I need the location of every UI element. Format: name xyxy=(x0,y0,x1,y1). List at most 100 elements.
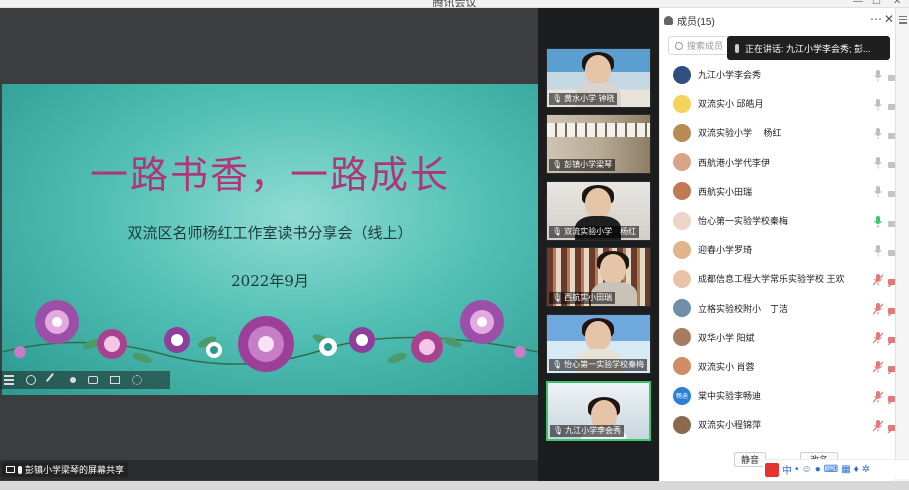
member-list: 九江小学李会秀 双流实小 邱皓月 双流实验小学 杨红西航港小学代李伊 西航实小田瑞怡心… xyxy=(660,60,901,439)
settings-icon[interactable]: ✲ xyxy=(862,464,870,475)
mic-icon[interactable] xyxy=(873,215,883,228)
camera-icon[interactable] xyxy=(88,376,98,384)
slide-date: 2022年9月 xyxy=(231,272,309,290)
avatar xyxy=(673,328,691,347)
window-close-icon[interactable]: ✕ xyxy=(893,0,901,7)
member-row[interactable]: 九江小学李会秀 xyxy=(660,60,900,89)
member-name: 双华小学 阳斌 xyxy=(698,332,755,343)
member-row[interactable]: 立格实验校附小 丁洁 xyxy=(660,294,901,323)
members-header: 成员(15) ⋯ ✕ xyxy=(660,8,896,32)
video-tile[interactable]: 🎙 双流实验小学 杨红 xyxy=(546,181,651,241)
share-status-text: 彭镇小学梁琴的屏幕共享 xyxy=(25,465,125,475)
video-tile[interactable]: 🎙 怡心第一实验学校秦梅 xyxy=(546,314,651,374)
member-row[interactable]: 西航港小学代李伊 xyxy=(660,148,900,177)
maximize-icon[interactable]: ☐ xyxy=(872,0,881,7)
window-title: 腾讯会议 xyxy=(432,0,477,8)
video-tile-active[interactable]: 🎙 九江小学李会秀 xyxy=(546,381,651,441)
input-method-bar: 中 • ☺ ● ⌨ ▦ ♦ ✲ xyxy=(763,459,909,479)
mic-icon[interactable] xyxy=(873,98,883,111)
sogou-icon[interactable] xyxy=(765,462,779,477)
chinese-mode-icon[interactable]: 中 xyxy=(782,462,792,477)
member-row[interactable]: 迎春小学罗琦 xyxy=(660,235,900,264)
mic-muted-icon[interactable] xyxy=(872,273,884,286)
mic-icon[interactable] xyxy=(873,156,883,169)
meeting-window: 腾讯会议 — ☐ ✕ 一路书香，一路成长 双流区名师杨红工作室读书分享会（线上）… xyxy=(0,0,909,490)
mic-muted-icon[interactable] xyxy=(872,302,884,315)
side-menu-icon[interactable] xyxy=(899,16,907,24)
avatar-initials: 畅迪 xyxy=(675,394,688,401)
member-row[interactable]: 畅迪 棠中实验李畅迪 xyxy=(660,381,901,410)
keyboard-icon[interactable]: ⌨ xyxy=(824,464,838,475)
video-tile[interactable]: 🎙 黄水小学 钟晓 xyxy=(546,48,651,108)
avatar xyxy=(673,415,691,434)
member-name: 成都信息工程大学常乐实验学校 王欢 xyxy=(698,274,845,285)
avatar: 畅迪 xyxy=(673,386,691,405)
screen-icon[interactable] xyxy=(110,376,120,384)
pointer-icon[interactable] xyxy=(70,377,76,383)
member-row[interactable]: 双流实验小学 杨红 xyxy=(660,118,900,147)
pen-icon[interactable] xyxy=(45,372,61,388)
member-name: 西航实小田瑞 xyxy=(698,186,753,197)
speaking-tooltip: 正在讲话: 九江小学李会秀; 彭... xyxy=(727,36,890,60)
avatar xyxy=(673,299,691,318)
avatar xyxy=(673,269,691,288)
toolbox-icon[interactable]: ▦ xyxy=(841,464,850,475)
tile-caption: 🎙 彭镇小学梁琴 xyxy=(549,159,616,171)
search-icon xyxy=(675,41,683,50)
shared-slide: 一路书香，一路成长 双流区名师杨红工作室读书分享会（线上） 2022年9月 xyxy=(2,84,538,395)
mic-icon xyxy=(735,43,739,53)
side-strip xyxy=(895,8,909,481)
minimize-icon[interactable]: — xyxy=(853,0,863,7)
mic-muted-icon[interactable] xyxy=(872,390,884,403)
taskbar-edge xyxy=(0,481,909,490)
play-icon[interactable] xyxy=(26,375,36,385)
voice-icon[interactable]: ● xyxy=(815,464,821,475)
video-tile[interactable]: 🎙 彭镇小学梁琴 xyxy=(546,114,651,174)
mic-icon[interactable] xyxy=(873,127,883,140)
video-tile[interactable]: 🎙 西航实小田瑞 xyxy=(546,247,651,307)
close-panel-icon[interactable]: ✕ xyxy=(884,12,894,26)
member-name: 双流实小 肖蓉 xyxy=(698,361,755,372)
members-title: 成员(15) xyxy=(677,16,715,28)
avatar xyxy=(673,153,691,172)
mic-muted-icon[interactable] xyxy=(872,419,884,432)
members-panel: 成员(15) ⋯ ✕ 搜索成员 九江小学李会秀 双流实小 邱皓月 双流实验小学 杨红… xyxy=(659,8,901,481)
member-name: 迎春小学罗琦 xyxy=(698,245,753,256)
member-name: 棠中实验李畅迪 xyxy=(698,391,762,402)
menu-icon[interactable] xyxy=(4,375,14,385)
emoji-icon[interactable]: ☺ xyxy=(802,464,812,475)
member-row[interactable]: 西航实小田瑞 xyxy=(660,177,900,206)
tile-caption: 🎙 九江小学李会秀 xyxy=(550,425,625,437)
member-row[interactable]: 双流实小 肖蓉 xyxy=(660,352,901,381)
avatar xyxy=(673,357,691,376)
mic-muted-icon[interactable] xyxy=(872,331,884,344)
slide-subtitle: 双流区名师杨红工作室读书分享会（线上） xyxy=(127,224,413,242)
tile-caption: 🎙 双流实验小学 杨红 xyxy=(549,226,640,238)
punctuation-icon[interactable]: • xyxy=(795,464,799,475)
member-name: 怡心第一实验学校秦梅 xyxy=(698,216,789,227)
members-icon xyxy=(664,15,673,25)
settings-icon[interactable] xyxy=(132,375,142,385)
member-row[interactable]: 双华小学 阳斌 xyxy=(660,323,901,352)
member-row[interactable]: 双流实小程锦萍 xyxy=(660,410,901,439)
mic-icon[interactable] xyxy=(873,244,883,257)
mic-icon xyxy=(18,465,22,474)
avatar xyxy=(673,211,691,230)
avatar xyxy=(673,65,691,84)
member-name: 立格实验校附小 丁洁 xyxy=(698,303,789,314)
tile-caption: 🎙 西航实小田瑞 xyxy=(549,292,616,304)
slide-title: 一路书香，一路成长 xyxy=(89,153,450,197)
member-name: 双流实小程锦萍 xyxy=(698,420,762,431)
avatar xyxy=(673,240,691,259)
mic-icon[interactable] xyxy=(873,185,883,198)
member-row[interactable]: 怡心第一实验学校秦梅 xyxy=(660,206,900,235)
more-icon[interactable]: ⋯ xyxy=(870,12,882,26)
skin-icon[interactable]: ♦ xyxy=(854,464,859,475)
mic-muted-icon[interactable] xyxy=(872,360,884,373)
member-name: 西航港小学代李伊 xyxy=(698,157,771,168)
share-screen-icon xyxy=(6,466,15,473)
member-row[interactable]: 成都信息工程大学常乐实验学校 王欢 xyxy=(660,264,901,293)
mute-all-button[interactable]: 静音 xyxy=(734,452,766,467)
mic-icon[interactable] xyxy=(873,69,883,82)
member-row[interactable]: 双流实小 邱皓月 xyxy=(660,89,900,118)
